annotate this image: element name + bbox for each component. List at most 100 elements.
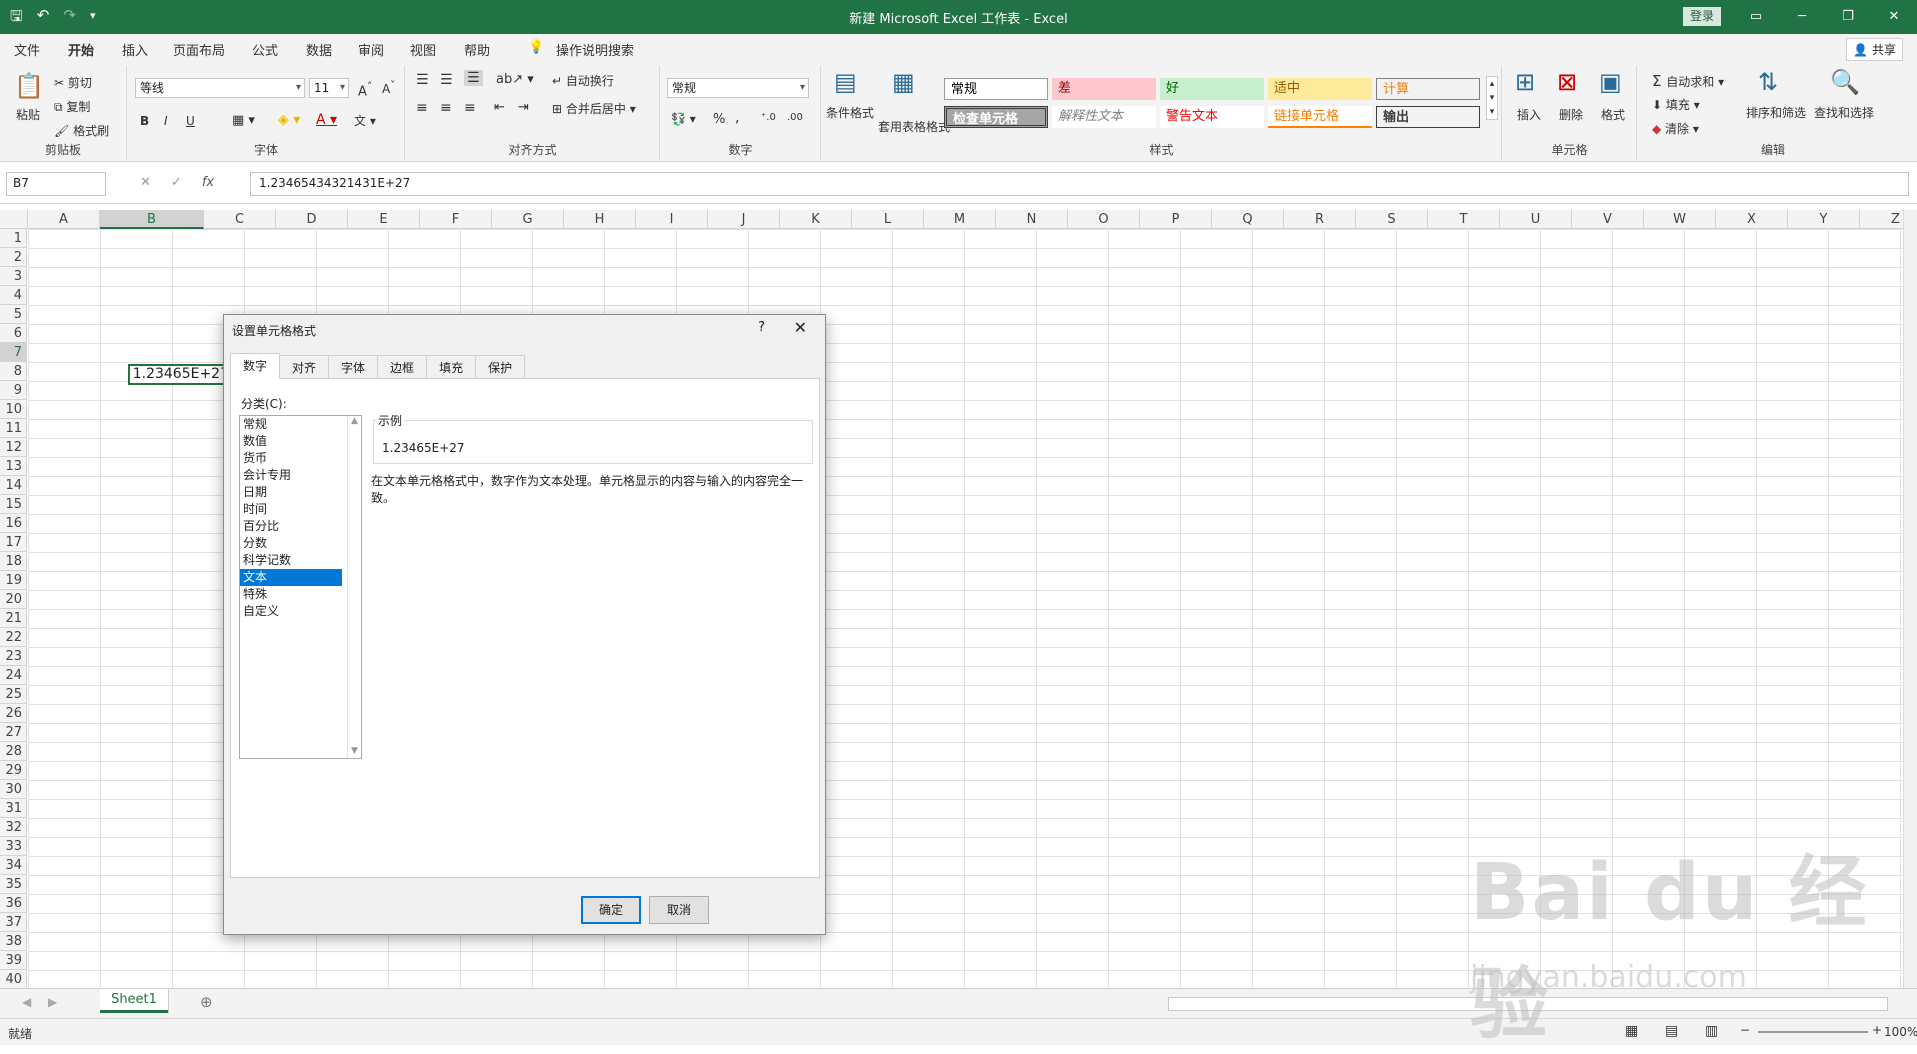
column-header-c[interactable]: C [204, 210, 276, 229]
row-header-23[interactable]: 23 [0, 647, 27, 666]
category-item[interactable]: 特殊 [240, 586, 342, 603]
row-header-35[interactable]: 35 [0, 875, 27, 894]
next-sheet-icon[interactable]: ▶ [48, 995, 57, 1009]
paste-button[interactable]: 粘贴 [16, 106, 40, 123]
insert-function-button[interactable]: fx [202, 175, 214, 190]
column-header-w[interactable]: W [1644, 210, 1716, 229]
row-header-14[interactable]: 14 [0, 476, 27, 495]
increase-decimal-icon[interactable]: ⁺.0 [761, 112, 776, 123]
style-output[interactable]: 输出 [1376, 106, 1480, 128]
comma-icon[interactable]: , [735, 110, 739, 126]
row-header-25[interactable]: 25 [0, 685, 27, 704]
wrap-text-button[interactable]: ↵ 自动换行 [552, 72, 614, 89]
select-all-corner[interactable] [0, 210, 28, 229]
column-header-a[interactable]: A [28, 210, 100, 229]
number-format-combo[interactable]: 常规 [667, 78, 809, 98]
row-header-4[interactable]: 4 [0, 286, 27, 305]
category-item[interactable]: 科学记数 [240, 552, 342, 569]
autosum-button[interactable]: Σ 自动求和 ▾ [1652, 72, 1724, 90]
restore-icon[interactable]: ❐ [1825, 0, 1871, 34]
cancel-entry-icon[interactable]: ✕ [140, 175, 151, 190]
font-color-icon[interactable]: A ▾ [316, 112, 337, 128]
tab-file[interactable]: 文件 [14, 40, 40, 59]
login-button[interactable]: 登录 [1683, 7, 1721, 26]
align-bottom-icon[interactable]: ☰ [464, 70, 483, 86]
confirm-entry-icon[interactable]: ✓ [171, 175, 182, 190]
conditional-format-icon[interactable]: ▤ [834, 68, 857, 96]
row-header-6[interactable]: 6 [0, 324, 27, 343]
row-header-32[interactable]: 32 [0, 818, 27, 837]
row-header-11[interactable]: 11 [0, 419, 27, 438]
category-item[interactable]: 会计专用 [240, 467, 342, 484]
column-header-y[interactable]: Y [1788, 210, 1860, 229]
copy-button[interactable]: ⧉ 复制 [54, 98, 90, 115]
conditional-format-button[interactable]: 条件格式 [826, 104, 874, 121]
decrease-decimal-icon[interactable]: .00 [787, 112, 803, 123]
find-select-icon[interactable]: 🔍 [1830, 68, 1860, 96]
cut-button[interactable]: ✂ 剪切 [54, 74, 92, 91]
column-header-o[interactable]: O [1068, 210, 1140, 229]
row-header-22[interactable]: 22 [0, 628, 27, 647]
italic-button[interactable]: I [164, 114, 168, 128]
category-item[interactable]: 自定义 [240, 603, 342, 620]
tab-alignment[interactable]: 对齐 [279, 355, 330, 379]
category-list[interactable]: ▲ ▼ 常规 数值 货币 会计专用 日期 时间 百分比 分数 科学记数 文本 特殊 自定义 [239, 415, 362, 759]
tab-fill[interactable]: 填充 [426, 355, 477, 379]
column-header-n[interactable]: N [996, 210, 1068, 229]
row-header-7[interactable]: 7 [0, 343, 27, 362]
row-header-37[interactable]: 37 [0, 913, 27, 932]
category-item[interactable]: 分数 [240, 535, 342, 552]
row-header-21[interactable]: 21 [0, 609, 27, 628]
row-header-29[interactable]: 29 [0, 761, 27, 780]
ok-button[interactable]: 确定 [581, 896, 641, 924]
active-cell-b7[interactable]: 1.23465E+27 [128, 364, 234, 385]
align-middle-icon[interactable]: ☰ [440, 72, 453, 88]
row-header-15[interactable]: 15 [0, 495, 27, 514]
tab-border[interactable]: 边框 [377, 355, 428, 379]
row-header-20[interactable]: 20 [0, 590, 27, 609]
currency-icon[interactable]: 💱 ▾ [671, 112, 696, 126]
sort-filter-icon[interactable]: ⇅ [1758, 68, 1778, 96]
category-item[interactable]: 文本 [240, 569, 342, 586]
tab-protection[interactable]: 保护 [475, 355, 526, 379]
style-calculation[interactable]: 计算 [1376, 78, 1480, 100]
column-header-t[interactable]: T [1428, 210, 1500, 229]
row-header-10[interactable]: 10 [0, 400, 27, 419]
clear-button[interactable]: ◆ 清除 ▾ [1652, 120, 1699, 137]
format-cells-icon[interactable]: ▣ [1599, 68, 1622, 96]
border-icon[interactable]: ▦ ▾ [232, 113, 255, 128]
ribbon-display-icon[interactable]: ▭ [1733, 0, 1779, 34]
column-header-b[interactable]: B [100, 210, 204, 229]
font-grow-icon[interactable]: A˄ [358, 80, 372, 99]
underline-button[interactable]: U [186, 114, 195, 128]
column-header-d[interactable]: D [276, 210, 348, 229]
row-header-28[interactable]: 28 [0, 742, 27, 761]
category-item[interactable]: 日期 [240, 484, 342, 501]
column-header-s[interactable]: S [1356, 210, 1428, 229]
style-check-cell[interactable]: 检查单元格 [944, 106, 1048, 128]
delete-cells-icon[interactable]: ⊠ [1557, 68, 1577, 96]
style-neutral[interactable]: 适中 [1268, 78, 1372, 100]
tab-font[interactable]: 字体 [328, 355, 379, 379]
row-header-33[interactable]: 33 [0, 837, 27, 856]
row-header-19[interactable]: 19 [0, 571, 27, 590]
column-header-x[interactable]: X [1716, 210, 1788, 229]
phonetic-icon[interactable]: 文 ▾ [354, 112, 376, 129]
share-button[interactable]: 👤 共享 [1846, 38, 1903, 61]
styles-scroll-icon[interactable]: ▴ ▾ ▾ [1486, 76, 1498, 120]
row-header-34[interactable]: 34 [0, 856, 27, 875]
font-name-combo[interactable]: 等线 [135, 78, 305, 98]
column-header-k[interactable]: K [780, 210, 852, 229]
row-header-40[interactable]: 40 [0, 970, 27, 988]
format-painter-button[interactable]: 🖌 格式刷 [54, 122, 109, 139]
tab-data[interactable]: 数据 [306, 40, 332, 59]
tab-review[interactable]: 审阅 [358, 40, 384, 59]
column-header-j[interactable]: J [708, 210, 780, 229]
column-header-v[interactable]: V [1572, 210, 1644, 229]
tab-insert[interactable]: 插入 [122, 40, 148, 59]
column-header-g[interactable]: G [492, 210, 564, 229]
format-table-icon[interactable]: ▦ [892, 68, 915, 96]
name-box[interactable]: B7 [6, 172, 106, 196]
increase-indent-icon[interactable]: ⇥ [518, 100, 529, 115]
row-header-3[interactable]: 3 [0, 267, 27, 286]
